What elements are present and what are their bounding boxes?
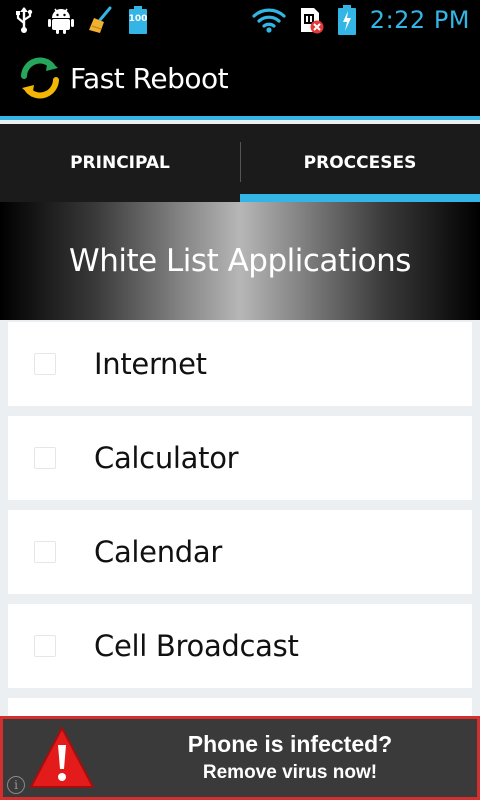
status-notifications: 100 <box>14 6 148 34</box>
ad-subtitle: Remove virus now! <box>202 762 378 783</box>
list-item-label: Internet <box>94 347 207 381</box>
list-item-internet[interactable]: Internet <box>8 322 472 406</box>
ad-banner[interactable]: Phone is infected? Remove virus now! i <box>0 716 480 800</box>
list-item-label: Calendar <box>94 535 223 569</box>
sim-no-signal-icon <box>300 8 324 34</box>
tab-principal-label: PRINCIPAL <box>70 153 170 173</box>
list-item-cell-broadcast[interactable]: Cell Broadcast <box>8 604 472 688</box>
tab-divider <box>240 142 241 182</box>
battery-level-label: 100 <box>128 14 148 24</box>
status-time: 2:22 PM <box>369 6 470 34</box>
app-title: Fast Reboot <box>70 61 229 95</box>
list-item-label: Cell Broadcast <box>94 629 299 663</box>
action-bar: Fast Reboot <box>0 40 480 120</box>
tab-procceses[interactable]: PROCCESES <box>240 124 480 202</box>
checkbox-calendar[interactable] <box>34 541 56 563</box>
wifi-icon <box>252 8 286 33</box>
info-icon[interactable]: i <box>7 776 25 794</box>
warning-triangle-icon <box>30 727 94 788</box>
checkbox-calculator[interactable] <box>34 447 56 469</box>
white-list-title: White List Applications <box>69 243 411 279</box>
reboot-arrows-icon <box>21 57 59 99</box>
status-bar: 100 2:22 PM <box>0 0 480 40</box>
screen: 100 2:22 PM Fast Reboot PRINCIPAL PROCCE… <box>0 0 480 800</box>
list-item-calendar[interactable]: Calendar <box>8 510 472 594</box>
tab-principal[interactable]: PRINCIPAL <box>0 124 240 202</box>
android-debug-icon <box>48 8 74 34</box>
battery-charging-icon <box>337 5 356 35</box>
battery-100-icon: 100 <box>128 6 148 34</box>
usb-icon <box>16 7 33 33</box>
white-list-header: White List Applications <box>0 202 480 320</box>
app-list[interactable]: Internet Calculator Calendar Cell Broadc… <box>8 322 472 728</box>
ad-title: Phone is infected? <box>187 731 393 757</box>
ad-text[interactable]: Phone is infected? Remove virus now! <box>103 719 477 797</box>
checkbox-internet[interactable] <box>34 353 56 375</box>
list-item-label: Calculator <box>94 441 239 475</box>
checkbox-cell-broadcast[interactable] <box>34 635 56 657</box>
tab-procceses-label: PROCCESES <box>303 153 417 173</box>
status-system: 2:22 PM <box>252 5 470 35</box>
tab-bar: PRINCIPAL PROCCESES <box>0 124 480 202</box>
cleaner-broom-icon <box>89 6 112 33</box>
list-item-calculator[interactable]: Calculator <box>8 416 472 500</box>
